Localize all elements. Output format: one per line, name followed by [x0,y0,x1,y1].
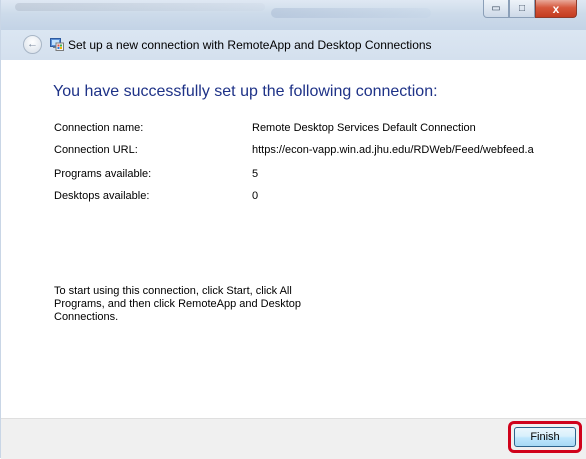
close-button[interactable]: x [535,0,577,18]
programs-available-label: Programs available: [54,168,152,180]
wizard-nav-row: ← Set up a new connection with RemoteApp… [1,30,586,60]
finish-button[interactable]: Finish [514,427,576,447]
minimize-button[interactable]: ▭ [483,0,509,18]
connection-name-value: Remote Desktop Services Default Connecti… [252,122,476,134]
wizard-title: Set up a new connection with RemoteApp a… [68,38,432,52]
connection-url-label: Connection URL: [54,144,138,156]
desktops-available-value: 0 [252,190,259,202]
wizard-window: ▭ □ x ← Set up a new connection with Rem… [0,0,586,459]
wizard-footer: Finish [1,418,586,459]
close-icon: x [552,1,560,16]
back-button[interactable]: ← [23,35,42,54]
programs-available-value: 5 [252,168,259,180]
connection-url-value: https://econ-vapp.win.ad.jhu.edu/RDWeb/F… [252,144,534,156]
wizard-content: You have successfully set up the followi… [1,60,586,418]
minimize-icon: ▭ [491,3,501,14]
back-arrow-icon: ← [27,38,38,50]
maximize-icon: □ [518,3,526,14]
desktops-available-label: Desktops available: [54,190,150,202]
instructions-text: To start using this connection, click St… [54,285,302,323]
title-bar[interactable]: ▭ □ x [1,0,586,30]
blurred-title-text [271,8,431,18]
connection-name-label: Connection name: [54,122,144,134]
caption-buttons: ▭ □ x [483,0,577,18]
page-heading: You have successfully set up the followi… [53,83,438,100]
maximize-button[interactable]: □ [509,0,535,18]
remoteapp-connection-icon [50,38,64,51]
blurred-title-text [15,3,265,11]
